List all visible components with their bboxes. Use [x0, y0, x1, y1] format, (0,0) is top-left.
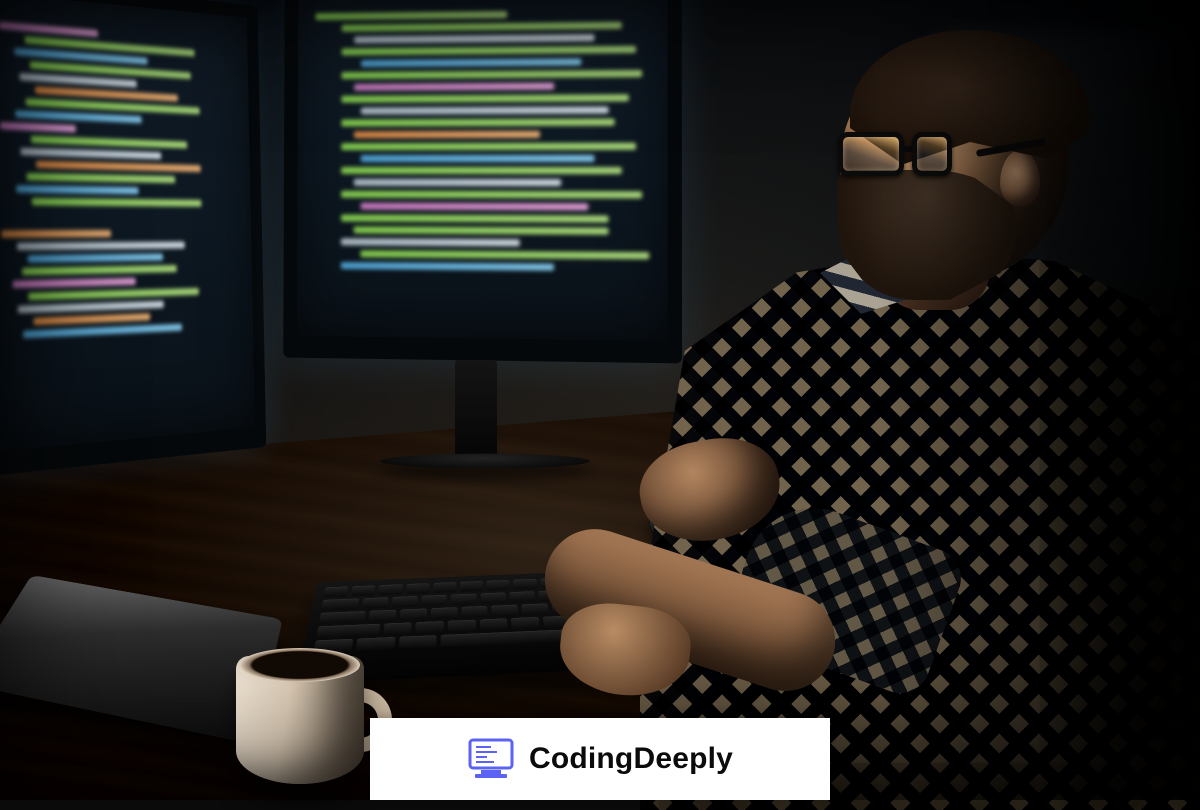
watermark-text: CodingDeeply — [529, 742, 733, 776]
monitor-stand-neck — [455, 360, 497, 460]
monitor-left — [0, 0, 266, 478]
watermark-badge: CodingDeeply — [370, 718, 830, 800]
coffee-mug — [236, 648, 376, 788]
glasses-lens-right — [912, 132, 952, 176]
code-on-screen — [0, 16, 240, 427]
computer-code-icon — [467, 737, 515, 781]
monitor-stand-base — [378, 454, 592, 469]
eyeglasses — [838, 132, 988, 182]
mug-rim-coffee — [240, 648, 360, 682]
glasses-lens-left — [838, 132, 904, 176]
programmer-person — [580, 20, 1200, 780]
photo-scene: CodingDeeply — [0, 0, 1200, 800]
